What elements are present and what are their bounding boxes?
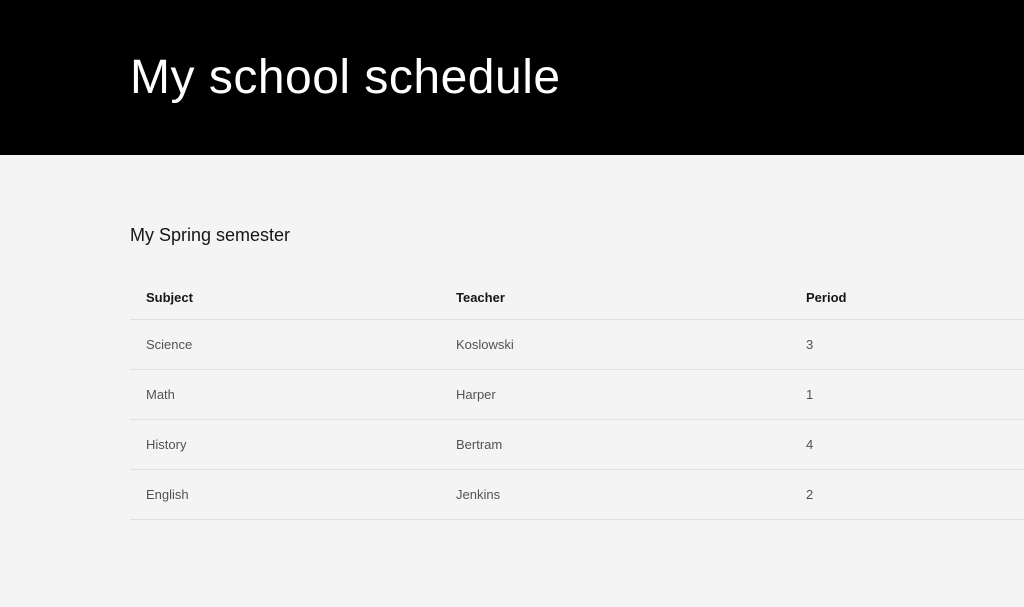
cell-period: 2	[806, 487, 1009, 502]
cell-teacher: Jenkins	[456, 487, 806, 502]
column-header-teacher: Teacher	[456, 290, 806, 305]
cell-period: 1	[806, 387, 1009, 402]
table-row: English Jenkins 2	[130, 470, 1024, 520]
section-subtitle: My Spring semester	[130, 225, 1024, 246]
cell-teacher: Harper	[456, 387, 806, 402]
page-content: My Spring semester Subject Teacher Perio…	[0, 155, 1024, 520]
cell-subject: English	[146, 487, 456, 502]
cell-subject: History	[146, 437, 456, 452]
cell-subject: Math	[146, 387, 456, 402]
cell-subject: Science	[146, 337, 456, 352]
cell-period: 3	[806, 337, 1009, 352]
table-row: Science Koslowski 3	[130, 320, 1024, 370]
column-header-subject: Subject	[146, 290, 456, 305]
schedule-table: Subject Teacher Period Science Koslowski…	[130, 276, 1024, 520]
column-header-period: Period	[806, 290, 1009, 305]
table-row: History Bertram 4	[130, 420, 1024, 470]
cell-period: 4	[806, 437, 1009, 452]
cell-teacher: Bertram	[456, 437, 806, 452]
cell-teacher: Koslowski	[456, 337, 806, 352]
table-header-row: Subject Teacher Period	[130, 276, 1024, 320]
page-title: My school schedule	[130, 50, 561, 105]
table-row: Math Harper 1	[130, 370, 1024, 420]
page-header: My school schedule	[0, 0, 1024, 155]
